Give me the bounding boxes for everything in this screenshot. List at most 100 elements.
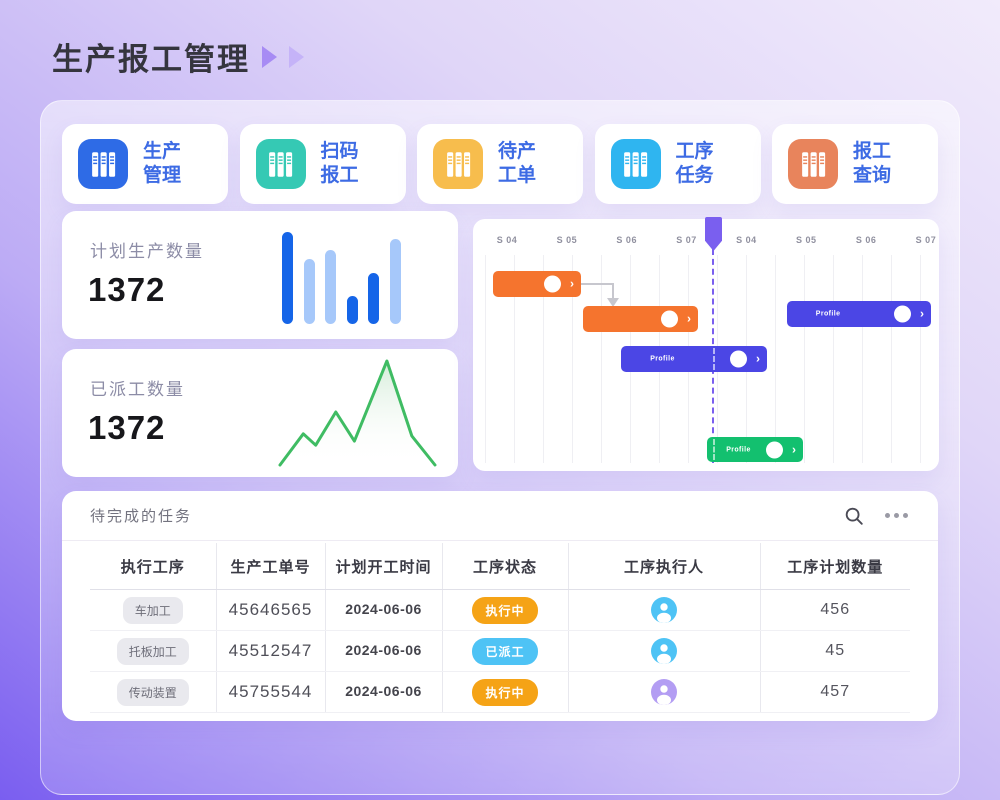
nav-label-report-query: 报工查询	[853, 140, 891, 189]
table-cell: 45646565	[216, 590, 325, 631]
play-arrow-icon	[289, 46, 304, 68]
stat-card-planned: 计划生产数量 1372	[62, 211, 458, 339]
header-row: 执行工序生产工单号计划开工时间工序状态工序执行人工序计划数量	[90, 543, 910, 590]
table-row: 传动装置457555442024-06-06执行中 457	[90, 672, 910, 713]
process-badge: 传动装置	[117, 679, 189, 706]
nav-card-report-query[interactable]: 报工查询	[772, 124, 938, 204]
gantt-task-bar[interactable]: ›	[493, 271, 581, 297]
person-icon	[651, 638, 677, 664]
search-button[interactable]	[841, 503, 867, 529]
bar-segment	[282, 232, 293, 324]
status-badge: 执行中	[472, 679, 537, 706]
person-icon	[651, 679, 677, 705]
table-cell: 456	[760, 590, 910, 631]
column-header: 生产工单号	[216, 543, 325, 590]
table-cell: 45755544	[216, 672, 325, 713]
person-icon	[651, 597, 677, 623]
bar-segment	[390, 239, 401, 324]
timeline-tick: S 04	[497, 235, 518, 245]
tasks-table: 执行工序生产工单号计划开工时间工序状态工序执行人工序计划数量 车加工 456465…	[90, 543, 910, 713]
timeline-tick: S 07	[916, 235, 937, 245]
tasks-table-body: 车加工456465652024-06-06执行中 456托板加工45512547…	[90, 590, 910, 713]
nav-card-pending-orders[interactable]: 待产工单	[417, 124, 583, 204]
table-row: 托板加工455125472024-06-06已派工 45	[90, 631, 910, 672]
column-header: 执行工序	[90, 543, 216, 590]
order-number: 45646565	[229, 600, 313, 619]
books-icon	[88, 149, 119, 180]
table-cell	[568, 631, 760, 672]
chevron-right-icon: ›	[570, 278, 574, 290]
table-cell	[568, 672, 760, 713]
tasks-title: 待完成的任务	[90, 505, 192, 526]
books-icon	[788, 139, 838, 189]
chevron-right-icon: ›	[920, 308, 924, 320]
table-cell: 执行中	[442, 590, 568, 631]
gantt-task-bar[interactable]: Profile›	[621, 346, 767, 372]
planned-quantity: 456	[820, 601, 850, 618]
table-cell: 45512547	[216, 631, 325, 672]
planned-quantity: 45	[825, 642, 845, 659]
table-cell: 2024-06-06	[325, 590, 442, 631]
tasks-panel: 待完成的任务 执行工序生产工单号计划开工时间工序状态工序执行人工序计	[62, 491, 938, 721]
today-dashed-line-overlay	[713, 348, 715, 370]
stat-label: 计划生产数量	[90, 237, 204, 262]
nav-label-pending-orders: 待产工单	[498, 140, 536, 189]
start-date: 2024-06-06	[345, 601, 422, 617]
books-icon	[620, 149, 651, 180]
nav-card-process-tasks[interactable]: 工序任务	[595, 124, 761, 204]
bar-segment	[325, 250, 336, 324]
timeline-tick: S 06	[616, 235, 637, 245]
nav-card-scan-report[interactable]: 扫码报工	[240, 124, 406, 204]
table-cell: 传动装置	[90, 672, 216, 713]
nav-row: 生产管理 扫码报工 待产工单 工序任务 报工查询	[62, 124, 938, 204]
more-dots-icon	[903, 513, 908, 518]
table-cell: 执行中	[442, 672, 568, 713]
gantt-chart: S 04S 05S 06S 07S 04S 05S 06S 07 ››Profi…	[473, 219, 939, 471]
page-title: 生产报工管理	[52, 34, 250, 79]
chevron-right-icon: ›	[687, 313, 691, 325]
gantt-bar-label: Profile	[650, 356, 675, 363]
gantt-task-bar[interactable]: ›	[583, 306, 698, 332]
books-icon	[78, 139, 128, 189]
drag-handle-circle	[894, 306, 911, 323]
page-header: 生产报工管理	[52, 34, 304, 79]
status-badge: 执行中	[472, 597, 537, 624]
gantt-task-bar[interactable]: Profile ›	[787, 301, 931, 327]
process-badge: 车加工	[123, 597, 183, 624]
nav-label-process-tasks: 工序任务	[676, 140, 714, 189]
start-date: 2024-06-06	[345, 642, 422, 658]
more-menu-button[interactable]	[883, 511, 910, 520]
main-panel: 生产管理 扫码报工 待产工单 工序任务 报工查询 计划生产数量 1372 已派工数量 1…	[40, 100, 960, 795]
column-header: 计划开工时间	[325, 543, 442, 590]
more-dots-icon	[885, 513, 890, 518]
table-cell: 已派工	[442, 631, 568, 672]
status-badge: 已派工	[472, 638, 537, 665]
tasks-table-head: 执行工序生产工单号计划开工时间工序状态工序执行人工序计划数量	[90, 543, 910, 590]
line-series	[280, 361, 435, 465]
play-arrow-icon	[262, 46, 277, 68]
table-cell: 45	[760, 631, 910, 672]
table-cell: 2024-06-06	[325, 631, 442, 672]
gantt-bar-label: Profile	[816, 311, 841, 318]
table-cell: 车加工	[90, 590, 216, 631]
search-icon	[843, 505, 865, 527]
order-number: 45512547	[229, 641, 313, 660]
tasks-panel-header: 待完成的任务	[62, 491, 938, 541]
stat-card-dispatched: 已派工数量 1372	[62, 349, 458, 477]
today-dashed-line-overlay	[713, 439, 715, 460]
drag-handle-circle	[661, 311, 678, 328]
timeline-tick: S 05	[557, 235, 578, 245]
today-marker	[705, 217, 722, 251]
gantt-task-bar[interactable]: Profile›	[707, 437, 803, 462]
stat-label: 已派工数量	[90, 375, 185, 400]
tasks-actions	[841, 503, 910, 529]
drag-handle-circle	[544, 276, 561, 293]
nav-label-scan-report: 扫码报工	[321, 140, 359, 189]
drag-handle-circle	[730, 351, 747, 368]
books-icon	[611, 139, 661, 189]
chevron-right-icon: ›	[792, 443, 796, 455]
nav-card-production-management[interactable]: 生产管理	[62, 124, 228, 204]
timeline-tick: S 05	[796, 235, 817, 245]
line-area	[280, 361, 435, 465]
books-icon	[443, 149, 474, 180]
